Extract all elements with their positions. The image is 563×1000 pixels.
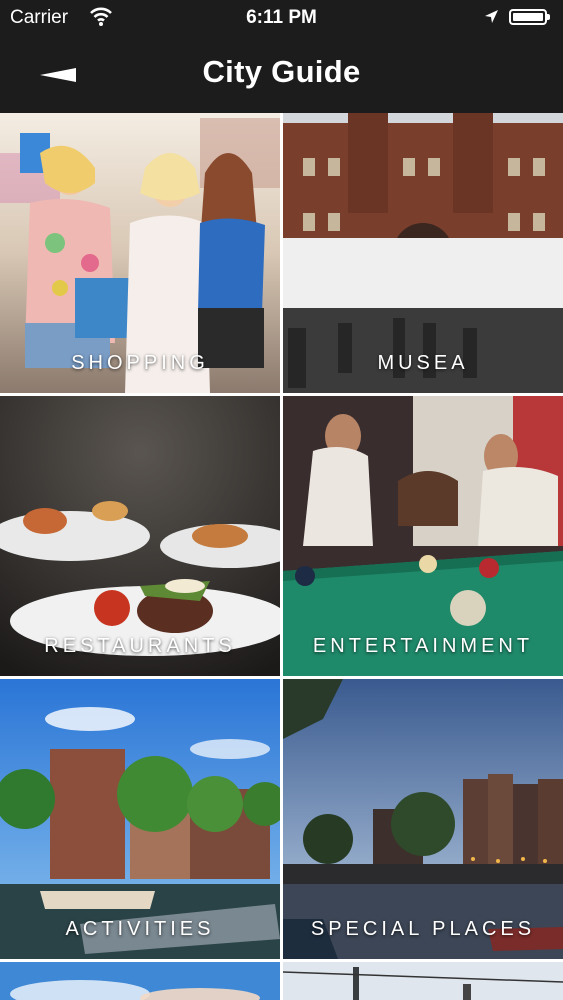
partial-photo-left bbox=[0, 962, 280, 1000]
category-tile-activities[interactable]: ACTIVITIES bbox=[0, 679, 280, 959]
activities-photo bbox=[0, 679, 280, 959]
category-grid: SHOPPING MUSEA RESTAURANTS ENTERTAINMENT… bbox=[0, 113, 563, 1000]
category-label: ACTIVITIES bbox=[65, 918, 215, 940]
category-tile-special-places[interactable]: SPECIAL PLACES bbox=[283, 679, 563, 959]
category-label: ENTERTAINMENT bbox=[312, 635, 534, 657]
category-tile-shopping[interactable]: SHOPPING bbox=[0, 113, 280, 393]
category-tile-partial-left[interactable] bbox=[0, 962, 280, 1000]
category-tile-entertainment[interactable]: ENTERTAINMENT bbox=[283, 396, 563, 676]
category-tile-musea[interactable]: MUSEA bbox=[283, 113, 563, 393]
battery-icon bbox=[509, 9, 550, 25]
musea-photo bbox=[283, 113, 563, 393]
status-bar: Carrier 6:11 PM bbox=[0, 0, 563, 36]
page-title: City Guide bbox=[202, 54, 361, 89]
category-label: RESTAURANTS bbox=[44, 635, 236, 657]
navigation-bar: City Guide bbox=[0, 36, 563, 113]
status-time: 6:11 PM bbox=[246, 7, 317, 28]
category-label: SPECIAL PLACES bbox=[310, 918, 536, 940]
category-label: SHOPPING bbox=[71, 352, 209, 374]
entertainment-photo bbox=[283, 396, 563, 676]
special-places-photo bbox=[283, 679, 563, 959]
category-tile-restaurants[interactable]: RESTAURANTS bbox=[0, 396, 280, 676]
location-arrow-icon bbox=[485, 10, 498, 23]
category-tile-partial-right[interactable] bbox=[283, 962, 563, 1000]
restaurants-photo bbox=[0, 396, 280, 676]
category-label: MUSEA bbox=[377, 352, 469, 374]
shopping-photo bbox=[0, 113, 280, 393]
partial-photo-right bbox=[283, 962, 563, 1000]
